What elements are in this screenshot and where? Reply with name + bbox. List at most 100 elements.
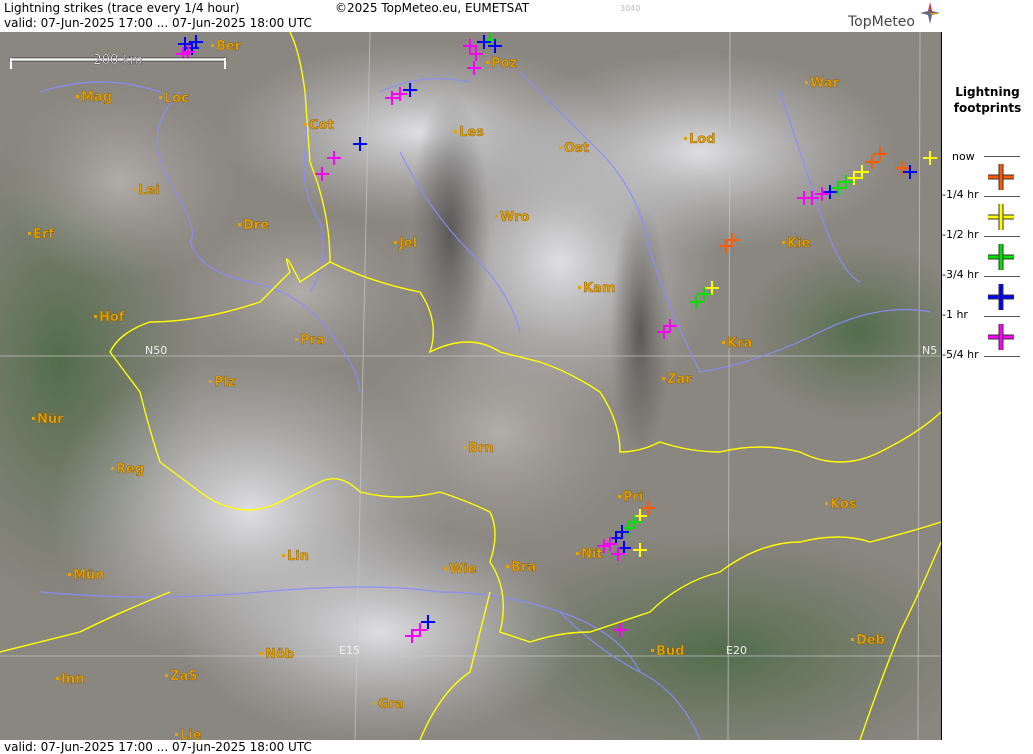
city-label: Jel <box>398 236 417 251</box>
city-label: War <box>810 76 840 91</box>
city-marker: War <box>805 76 840 91</box>
legend-item: -5/4 hr <box>942 324 1033 388</box>
city-label: ZaS <box>170 669 198 684</box>
legend-label: -5/4 hr <box>942 348 979 361</box>
city-marker: Nür <box>32 412 64 427</box>
grid-label-n50: N50 <box>145 344 167 357</box>
legend-tick <box>984 236 1020 237</box>
city-marker: Kie <box>782 236 811 251</box>
city-marker: ZaS <box>165 669 198 684</box>
grid-label-e20: E20 <box>726 644 747 657</box>
city-label: Nöb <box>265 647 294 662</box>
legend-tick <box>984 316 1020 317</box>
city-marker: Kam <box>578 281 616 296</box>
city-marker: Kra <box>722 336 752 351</box>
city-label: Erf <box>33 227 54 242</box>
legend-title: Lightning footprints <box>942 84 1033 116</box>
city-label: Deb <box>856 633 885 648</box>
city-marker: Brn <box>463 441 494 456</box>
city-marker: Cot <box>304 118 334 133</box>
city-label: Poz <box>491 56 517 71</box>
compass-star-icon <box>920 2 940 24</box>
city-label: Les <box>459 125 484 140</box>
header: Lightning strikes (trace every 1/4 hour)… <box>0 0 941 32</box>
city-marker: Lin <box>282 549 309 564</box>
city-marker: Gra <box>373 697 404 712</box>
legend-cross-icon <box>988 164 1014 190</box>
copyright: ©2025 TopMeteo.eu, EUMETSAT <box>335 1 530 15</box>
legend-tick <box>984 276 1020 277</box>
city-label: Brn <box>468 441 494 456</box>
city-marker: Mün <box>68 568 105 583</box>
city-marker: Deb <box>851 633 885 648</box>
city-label: Kam <box>583 281 615 296</box>
city-marker: Lod <box>684 132 716 147</box>
city-marker: Les <box>454 125 484 140</box>
legend-cross-icon <box>988 324 1014 350</box>
city-marker: Hof <box>94 310 125 325</box>
city-marker: Bra <box>506 560 536 575</box>
city-label: Dre <box>243 218 269 233</box>
city-marker: Mag <box>76 90 112 105</box>
city-label: Wie <box>449 562 477 577</box>
city-marker: Bud <box>651 644 685 659</box>
city-marker: Pra <box>295 333 325 348</box>
city-label: Lei <box>138 183 160 198</box>
city-marker: Dre <box>238 218 269 233</box>
legend-panel: Lightning footprints now -1/4 hr -1/2 hr -3… <box>942 0 1033 754</box>
city-label: Loc <box>164 91 189 106</box>
city-marker: Ost <box>559 141 589 156</box>
city-label: Ber <box>216 39 242 54</box>
city-label: Ost <box>564 141 589 156</box>
grid-label-e15: E15 <box>339 644 360 657</box>
city-marker: Zar <box>662 372 692 387</box>
city-marker: Loc <box>159 91 189 106</box>
city-label: Gra <box>378 697 404 712</box>
city-marker: Wie <box>444 562 477 577</box>
grid-label-n50-right: N5 <box>922 344 937 357</box>
city-label: Reg <box>116 462 144 477</box>
city-label: Lod <box>689 132 716 147</box>
city-marker: Nöb <box>260 647 294 662</box>
legend-label: now <box>952 150 975 163</box>
footer-valid-time: valid: 07-Jun-2025 17:00 ... 07-Jun-2025… <box>4 740 312 754</box>
legend-label: -1/2 hr <box>942 228 979 241</box>
city-label: Inn <box>61 672 84 687</box>
legend-tick <box>984 196 1020 197</box>
legend-label: -1 hr <box>942 308 968 321</box>
city-marker: Poz <box>486 56 517 71</box>
cloud-texture <box>0 42 941 740</box>
city-label: Nür <box>37 412 64 427</box>
city-label: Kie <box>787 236 811 251</box>
valid-time: valid: 07-Jun-2025 17:00 ... 07-Jun-2025… <box>4 16 312 30</box>
scale-bar-label: 200 km <box>93 53 142 68</box>
legend-label: -3/4 hr <box>942 268 979 281</box>
legend-tick <box>984 156 1020 157</box>
legend-cross-icon <box>988 204 1014 230</box>
city-label: Cot <box>309 118 334 133</box>
legend-title-line1: Lightning <box>955 85 1020 99</box>
legend-cross-icon <box>988 284 1014 310</box>
chart-title: Lightning strikes (trace every 1/4 hour) <box>4 1 240 15</box>
city-marker: Kos <box>825 497 857 512</box>
satellite-map[interactable]: Ber Poz War Mag Loc Cot Les Ost Lod Lei Dre Wro Erf J… <box>0 32 942 740</box>
topmeteo-logo[interactable]: TopMeteo <box>848 14 915 30</box>
city-label: Pri <box>623 490 643 505</box>
legend-tick <box>984 356 1020 357</box>
city-label: Wro <box>500 210 530 225</box>
footer: valid: 07-Jun-2025 17:00 ... 07-Jun-2025… <box>0 740 941 754</box>
image-code: 3040 <box>620 4 641 13</box>
city-marker: Inn <box>56 672 85 687</box>
map-canvas[interactable]: Ber Poz War Mag Loc Cot Les Ost Lod Lei Dre Wro Erf J… <box>0 32 941 740</box>
city-label: Lin <box>287 549 309 564</box>
city-label: Pra <box>300 333 325 348</box>
legend-label: -1/4 hr <box>942 188 979 201</box>
city-label: Mün <box>73 568 104 583</box>
legend-cross-icon <box>988 244 1014 270</box>
city-label: Plz <box>214 375 236 390</box>
city-label: Bud <box>656 644 684 659</box>
city-label: Bra <box>511 560 536 575</box>
city-label: Lie <box>180 728 202 740</box>
city-marker: Wro <box>495 210 530 225</box>
city-label: Zar <box>667 372 692 387</box>
